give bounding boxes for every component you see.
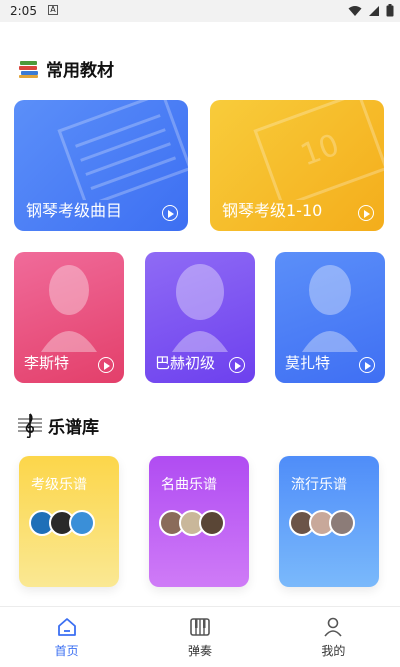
battery-icon	[386, 4, 394, 17]
tab-me[interactable]: 我的	[267, 607, 400, 667]
library-card-classics[interactable]: 名曲乐谱	[149, 456, 249, 587]
tab-label: 我的	[321, 643, 346, 658]
card-label: 莫扎特	[285, 354, 331, 372]
books-icon	[19, 60, 38, 78]
card-label: 李斯特	[24, 354, 70, 372]
avatar-group	[289, 510, 355, 536]
card-label: 巴赫初级	[155, 354, 216, 372]
section-title-text: 乐谱库	[48, 417, 99, 438]
play-icon[interactable]	[359, 357, 375, 373]
play-icon[interactable]	[162, 205, 178, 221]
avatar	[199, 510, 225, 536]
status-time: 2:05	[10, 4, 37, 18]
library-card-grade[interactable]: 考级乐谱	[19, 456, 119, 587]
sheet-decoration-icon: 10	[253, 100, 384, 200]
home-icon	[57, 617, 76, 636]
tab-play[interactable]: 弹奏	[133, 607, 266, 667]
section-title-text: 常用教材	[46, 61, 114, 81]
composer-card-bach[interactable]: 巴赫初级	[145, 252, 255, 383]
piano-icon	[190, 617, 210, 636]
avatar	[329, 510, 355, 536]
status-bar: 2:05 A	[0, 0, 400, 22]
library-card-label: 名曲乐谱	[161, 477, 217, 493]
tab-home[interactable]: 首页	[0, 607, 133, 667]
library-card-label: 流行乐谱	[291, 477, 347, 493]
signal-icon	[369, 5, 379, 16]
composer-card-liszt[interactable]: 李斯特	[14, 252, 124, 383]
play-icon[interactable]	[358, 205, 374, 221]
sheet-decoration-icon	[57, 100, 188, 200]
svg-text:10: 10	[296, 128, 344, 174]
bottom-tab-bar: 首页 弹奏 我的	[0, 606, 400, 667]
composer-card-mozart[interactable]: 莫扎特	[275, 252, 385, 383]
tab-label: 首页	[54, 643, 79, 658]
portrait-mozart-icon	[302, 265, 358, 352]
avatar	[69, 510, 95, 536]
avatar-group	[29, 510, 95, 536]
library-card-label: 考级乐谱	[31, 477, 87, 493]
textbook-card-grade-pieces[interactable]: 钢琴考级曲目	[14, 100, 188, 231]
play-icon[interactable]	[229, 357, 245, 373]
section-title-textbooks: 常用教材	[18, 56, 114, 81]
play-icon[interactable]	[98, 357, 114, 373]
user-icon	[324, 617, 342, 637]
textbook-card-grade-1-10[interactable]: 10 钢琴考级1-10	[210, 100, 384, 231]
portrait-liszt-icon	[41, 265, 97, 352]
library-card-pop[interactable]: 流行乐谱	[279, 456, 379, 587]
wifi-icon	[348, 5, 362, 16]
tab-label: 弹奏	[187, 643, 212, 658]
treble-clef-icon	[18, 413, 42, 438]
status-icons	[348, 4, 394, 17]
avatar-group	[159, 510, 225, 536]
portrait-bach-icon	[172, 264, 228, 352]
card-label: 钢琴考级1-10	[222, 201, 323, 220]
section-title-library: 乐谱库	[18, 412, 99, 438]
card-label: 钢琴考级曲目	[26, 201, 123, 220]
notification-icon: A	[48, 5, 58, 15]
